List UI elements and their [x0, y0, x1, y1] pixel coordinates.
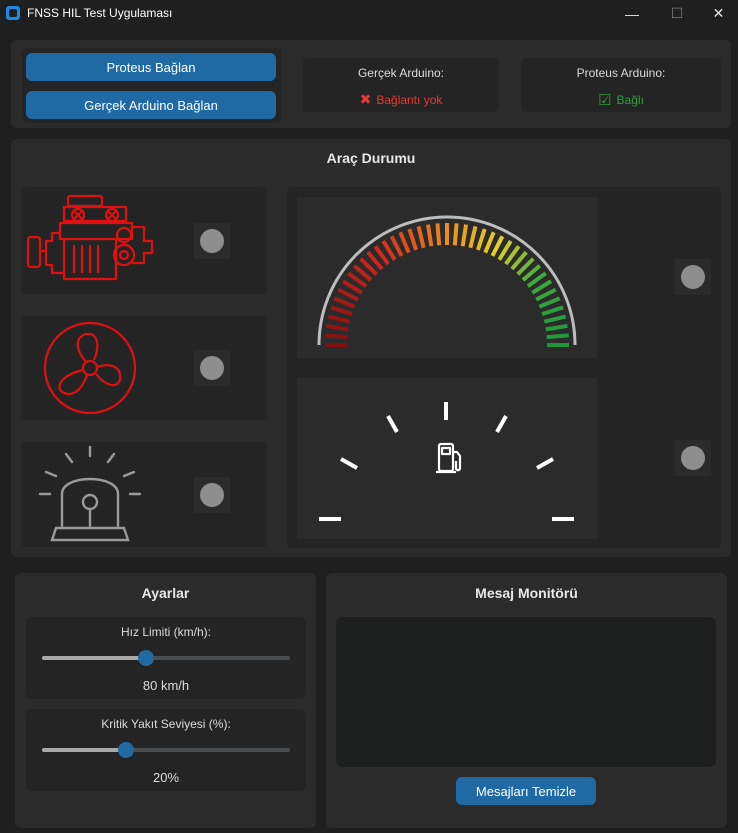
speed-tick — [416, 225, 426, 249]
message-log-textbox[interactable] — [336, 617, 716, 767]
fuel-status-led — [681, 446, 705, 470]
speed-tick — [425, 224, 434, 247]
maximize-button[interactable]: ☐ — [654, 0, 700, 27]
engine-status-led — [200, 229, 224, 253]
proteus-arduino-label: Proteus Arduino: — [576, 66, 666, 80]
fuel-slider-thumb[interactable] — [118, 742, 134, 758]
speed-tick — [452, 223, 459, 246]
fuel-slider-fill — [42, 748, 126, 752]
speed-tick — [543, 314, 567, 324]
clear-messages-button[interactable]: Mesajları Temizle — [456, 777, 596, 805]
speed-tick — [327, 314, 351, 324]
speed-tick — [325, 333, 348, 340]
speed-tick — [337, 287, 359, 302]
alarm-led-box — [194, 477, 230, 513]
speed-tick — [546, 333, 569, 340]
speed-tick — [541, 305, 564, 317]
engine-led-box — [194, 223, 230, 259]
fuel-threshold-slider[interactable] — [42, 740, 290, 760]
proteus-connect-button[interactable]: Proteus Bağlan — [26, 53, 276, 81]
speed-limit-label: Hız Limiti (km/h): — [121, 625, 211, 639]
speed-tick — [538, 296, 561, 309]
speed-slider-thumb[interactable] — [138, 650, 154, 666]
close-button[interactable]: ✕ — [699, 0, 738, 27]
window-title: FNSS HIL Test Uygulaması — [27, 6, 173, 20]
check-box-icon: ☑ — [598, 92, 612, 109]
fan-led-box — [194, 350, 230, 386]
speed-limit-value: 80 km/h — [142, 678, 190, 693]
speed-tick — [483, 231, 496, 254]
speed-led-box — [675, 259, 711, 295]
speed-tick — [468, 225, 478, 249]
message-monitor-title: Mesaj Monitörü — [475, 585, 578, 601]
speed-tick — [398, 231, 411, 254]
alarm-status-led — [200, 483, 224, 507]
minimize-button[interactable]: — — [609, 0, 655, 27]
speed-tick — [460, 224, 469, 247]
real-arduino-connect-button[interactable]: Gerçek Arduino Bağlan — [26, 91, 276, 119]
proteus-arduino-status-text: Bağlı — [616, 93, 644, 107]
real-arduino-status-text: Bağlantı yok — [376, 92, 443, 107]
speed-slider-fill — [42, 656, 146, 660]
app-icon — [6, 6, 20, 20]
fan-status-led — [200, 356, 224, 380]
speed-limit-slider[interactable] — [42, 648, 290, 668]
real-arduino-label: Gerçek Arduino: — [357, 66, 445, 80]
proteus-arduino-status: ☑ Bağlı — [521, 91, 721, 109]
speed-tick — [330, 305, 353, 317]
error-x-icon: ✖ — [359, 91, 372, 107]
speed-tick — [545, 323, 568, 332]
real-arduino-status: ✖ Bağlantı yok — [303, 91, 499, 108]
speedometer-gauge — [317, 215, 577, 347]
vehicle-status-title: Araç Durumu — [326, 150, 416, 166]
settings-title: Ayarlar — [141, 585, 190, 601]
speed-tick — [389, 235, 404, 257]
engine-icon — [26, 194, 154, 281]
speed-tick — [475, 228, 487, 251]
fan-icon — [43, 321, 137, 415]
speed-tick — [535, 287, 557, 302]
speed-tick — [326, 323, 349, 332]
fuel-threshold-value: 20% — [152, 770, 180, 785]
beacon-light-icon — [38, 445, 142, 542]
fuel-threshold-label: Kritik Yakıt Seviyesi (%): — [101, 717, 231, 731]
speed-tick — [407, 228, 419, 251]
fuel-pump-icon — [436, 442, 462, 474]
speed-tick — [435, 223, 442, 246]
speed-tick — [333, 296, 356, 309]
speed-status-led — [681, 265, 705, 289]
speed-tick — [490, 235, 505, 257]
fuel-gauge — [319, 402, 574, 521]
fuel-led-box — [675, 440, 711, 476]
